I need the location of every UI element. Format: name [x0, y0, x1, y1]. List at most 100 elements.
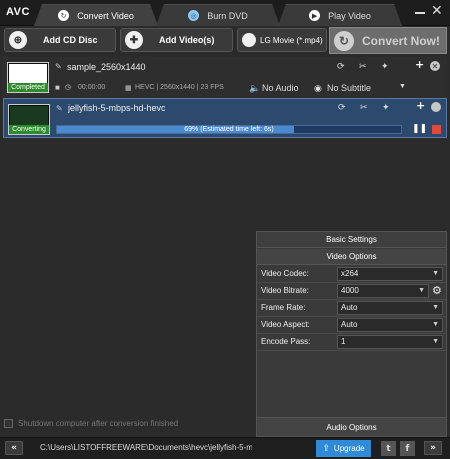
app-logo: AVC	[6, 6, 30, 18]
play-icon[interactable]: ■	[55, 83, 60, 92]
chevron-down-icon: ▼	[432, 270, 439, 277]
audio-select[interactable]: No Audio	[262, 83, 299, 93]
setting-label: Frame Rate:	[261, 303, 306, 312]
shutdown-option[interactable]: Shutdown computer after conversion finis…	[4, 415, 254, 431]
setting-value: Auto	[341, 303, 358, 312]
add-cd-disc-button[interactable]: ⊕ Add CD Disc	[4, 28, 116, 52]
refresh-icon[interactable]: ⟳	[337, 62, 345, 72]
setting-value: Auto	[341, 320, 358, 329]
setting-label: Video Aspect:	[261, 320, 310, 329]
setting-row-video-bitrate: Video Bitrate: 4000 ▼ ⚙	[257, 283, 446, 300]
add-cd-icon: ⊕	[9, 31, 27, 49]
setting-value: x264	[341, 269, 359, 278]
close-button[interactable]: ✕	[431, 3, 443, 19]
settings-panel: Basic Settings Video Options Video Codec…	[256, 231, 447, 437]
tab-label: Convert Video	[77, 10, 134, 21]
chevron-down-icon: ▼	[432, 338, 439, 345]
video-options-header[interactable]: Video Options	[257, 249, 446, 265]
add-icon[interactable]: +	[416, 99, 425, 112]
cut-icon[interactable]: ✂	[359, 62, 367, 72]
edit-icon[interactable]: ✎	[55, 62, 62, 71]
gear-icon[interactable]: ⚙	[432, 284, 442, 297]
add-videos-label: Add Video(s)	[159, 35, 215, 45]
add-video-icon: ✚	[125, 31, 143, 49]
expand-right-button[interactable]: »	[424, 441, 442, 455]
output-profile-select[interactable]: LG Movie (*.mp4)	[237, 28, 327, 52]
tab-convert-video[interactable]: ↻ Convert Video	[34, 4, 158, 26]
add-cd-label: Add CD Disc	[43, 35, 98, 45]
remove-icon[interactable]: ✕	[430, 61, 440, 71]
edit-icon[interactable]: ✎	[56, 104, 63, 113]
video-info: HEVC | 2560x1440 | 23 FPS	[135, 84, 224, 91]
tab-play-video[interactable]: ▶ Play Video	[278, 4, 402, 26]
status-badge: Converting	[9, 125, 49, 134]
convert-now-button[interactable]: ↻ Convert Now!	[329, 27, 447, 54]
setting-value: 4000	[341, 286, 359, 295]
shutdown-checkbox[interactable]	[4, 418, 13, 428]
setting-label: Video Codec:	[261, 269, 309, 278]
profile-label: LG Movie (*.mp4)	[260, 35, 323, 45]
file-row-selected[interactable]: Converting ✎ jellyfish-5-mbps-hd-hevc ⟳ …	[3, 98, 447, 138]
convert-now-label: Convert Now!	[362, 33, 440, 48]
jellyfish-preview	[10, 106, 48, 126]
minimize-button[interactable]	[415, 12, 425, 14]
tab-label: Burn DVD	[207, 10, 248, 21]
file-row[interactable]: Completed ✎ sample_2560x1440 ⟳ ✂ ✦ + ✕ ■…	[3, 57, 447, 97]
cut-icon[interactable]: ✂	[360, 103, 368, 113]
encode-pass-select[interactable]: 1 ▼	[337, 335, 443, 349]
setting-row-video-aspect: Video Aspect: Auto ▼	[257, 317, 446, 334]
tab-burn-dvd[interactable]: ◎ Burn DVD	[156, 4, 280, 26]
video-thumbnail: Completed	[7, 62, 49, 93]
setting-value: 1	[341, 337, 346, 346]
file-name: jellyfish-5-mbps-hd-hevc	[68, 103, 166, 113]
subtitle-select[interactable]: No Subtitle	[327, 83, 371, 93]
stop-button[interactable]	[432, 125, 441, 134]
video-aspect-select[interactable]: Auto ▼	[337, 318, 443, 332]
setting-row-frame-rate: Frame Rate: Auto ▼	[257, 300, 446, 317]
chevron-down-icon: ▼	[432, 304, 439, 311]
subtitle-icon: ◉	[314, 83, 322, 93]
title-bar: AVC ↻ Convert Video ◎ Burn DVD ▶ Play Vi…	[0, 0, 450, 26]
upgrade-button[interactable]: ⇧ Upgrade	[316, 440, 371, 457]
file-name: sample_2560x1440	[67, 62, 146, 72]
convert-icon: ↻	[334, 30, 354, 51]
film-reel-icon	[9, 64, 47, 84]
pause-button[interactable]: ❚❚	[412, 124, 427, 134]
basic-settings-header[interactable]: Basic Settings	[257, 232, 446, 248]
profile-icon	[242, 33, 256, 47]
speaker-icon: 🔈	[249, 83, 261, 93]
clock-icon: ◷	[65, 84, 72, 91]
film-icon: ▦	[125, 85, 132, 92]
collapse-left-button[interactable]: «	[5, 441, 23, 455]
upgrade-label: Upgrade	[333, 444, 365, 453]
add-videos-button[interactable]: ✚ Add Video(s)	[120, 28, 233, 52]
chevron-down-icon[interactable]: ▼	[399, 83, 406, 90]
conversion-progress-bar: 69% (Estimated time left: 6s)	[56, 125, 402, 134]
setting-label: Encode Pass:	[261, 337, 311, 346]
remove-icon[interactable]	[431, 102, 441, 112]
chevron-down-icon: ▼	[418, 287, 425, 294]
refresh-icon[interactable]: ⟳	[338, 103, 346, 113]
convert-video-icon: ↻	[58, 10, 69, 21]
status-bar: « C:\Users\LISTOFFREEWARE\Documents\hevc…	[0, 437, 450, 459]
effects-icon[interactable]: ✦	[381, 62, 389, 72]
tab-label: Play Video	[328, 10, 371, 21]
status-badge: Completed	[8, 83, 48, 92]
add-icon[interactable]: +	[415, 58, 424, 71]
video-codec-select[interactable]: x264 ▼	[337, 267, 443, 281]
setting-row-video-codec: Video Codec: x264 ▼	[257, 266, 446, 283]
video-thumbnail: Converting	[8, 104, 50, 135]
effects-icon[interactable]: ✦	[382, 103, 390, 113]
setting-label: Video Bitrate:	[261, 286, 309, 295]
output-path[interactable]: C:\Users\LISTOFFREEWARE\Documents\hevc\j…	[40, 443, 252, 452]
audio-options-header[interactable]: Audio Options	[257, 417, 446, 436]
duration: 00:00:00	[78, 84, 106, 91]
frame-rate-select[interactable]: Auto ▼	[337, 301, 443, 315]
video-bitrate-select[interactable]: 4000 ▼	[337, 284, 429, 298]
twitter-icon[interactable]: t	[381, 441, 396, 456]
chevron-down-icon: ▼	[432, 321, 439, 328]
facebook-icon[interactable]: f	[400, 441, 415, 456]
progress-text: 69% (Estimated time left: 6s)	[184, 126, 274, 133]
setting-row-encode-pass: Encode Pass: 1 ▼	[257, 334, 446, 351]
play-video-icon: ▶	[309, 10, 320, 21]
